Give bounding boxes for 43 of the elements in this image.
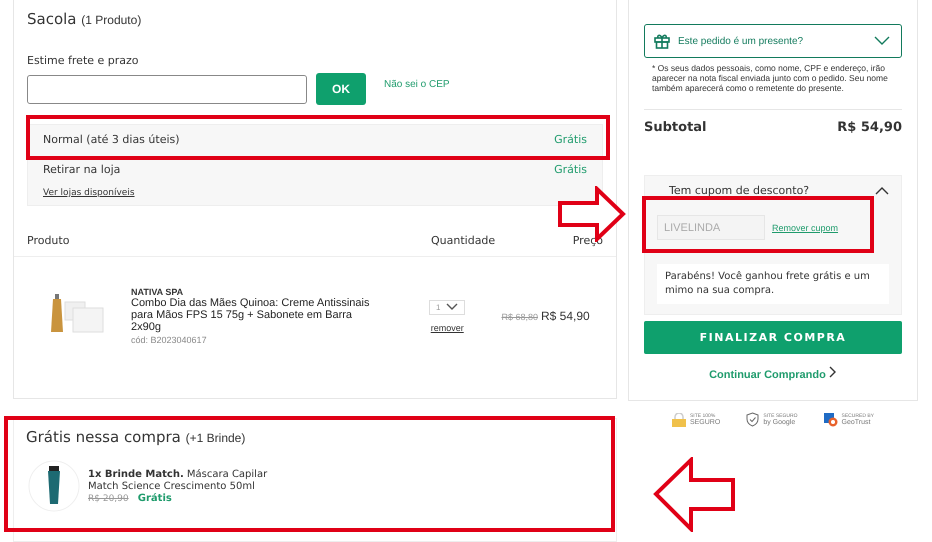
shipping-price: Grátis: [554, 163, 587, 176]
caret-icon: [446, 303, 458, 311]
gift-icon: [654, 33, 670, 49]
shipping-option-name[interactable]: Normal (até 3 dias úteis): [43, 133, 180, 146]
chevron-icon: [874, 36, 890, 46]
gift-note: * Os seus dados pessoais, como nome, CPF e endereço, irão aparecer na nota fiscal enviada junto com o pedido. Seu nome também aparecerá como o remetente do presente.: [644, 58, 902, 110]
product-brand: NATIVA SPA: [131, 287, 184, 297]
remove-link[interactable]: remover: [430, 322, 464, 332]
cart-count: (1 Produto): [81, 13, 142, 27]
subtotal-value: R$ 54,90: [837, 120, 902, 135]
product-name[interactable]: Combo Dia das Mães Quinoa: Creme Antissinais para Mãos FPS 15 75g + Sabonete em Barra 2x90g: [131, 297, 381, 333]
gifts-count: (+1 Brinde): [186, 431, 246, 445]
lock-icon: [672, 412, 686, 426]
old-price: R$ 68,80: [501, 312, 538, 322]
cep-input-field[interactable]: [27, 74, 307, 104]
column-header: Produto: [27, 234, 70, 247]
shield-check-icon: [746, 412, 760, 427]
subtotal-label: Subtotal: [644, 120, 707, 135]
shipping-option-name[interactable]: Retirar na loja: [43, 163, 120, 176]
gift-old-price: R$ 20,90: [88, 494, 129, 504]
checkout-button[interactable]: FINALIZAR COMPRA: [644, 321, 902, 354]
gift-price: Grátis: [138, 492, 172, 504]
product-code: cód: B2023040617: [131, 335, 208, 345]
remove-coupon-link[interactable]: Remover cupom: [772, 222, 838, 232]
continue-shopping-link[interactable]: Continuar Comprando: [709, 369, 837, 381]
gift-product-image-drawing: [28, 460, 80, 512]
gift-toggle[interactable]: Este pedido é um presente?: [644, 24, 902, 58]
ok-button[interactable]: OK: [316, 73, 366, 105]
chevron-icon[interactable]: [875, 186, 889, 195]
column-header: Quantidade: [431, 234, 496, 247]
gifts-title: Grátis nessa compra: [26, 428, 181, 446]
stores-link[interactable]: Ver lojas disponíveis: [43, 188, 135, 198]
gift-description: 1x Brinde Match. Máscara Capilar Match Science Crescimento 50ml: [88, 468, 268, 492]
quantity-select[interactable]: 1: [429, 300, 466, 314]
chevron-right-icon: [828, 366, 837, 378]
cep-link[interactable]: Não sei o CEP: [384, 78, 450, 90]
cart-title: Sacola: [27, 10, 76, 28]
product-price: R$ 54,90: [540, 309, 590, 323]
shipping-label: Estime frete e prazo: [27, 54, 140, 67]
geotrust-logo-icon: [824, 412, 838, 426]
coupon-title[interactable]: Tem cupom de desconto?: [669, 184, 810, 197]
coupon-message: Parabéns! Você ganhou frete grátis e um mimo na sua compra.: [657, 264, 889, 304]
shipping-price: Grátis: [554, 133, 587, 146]
